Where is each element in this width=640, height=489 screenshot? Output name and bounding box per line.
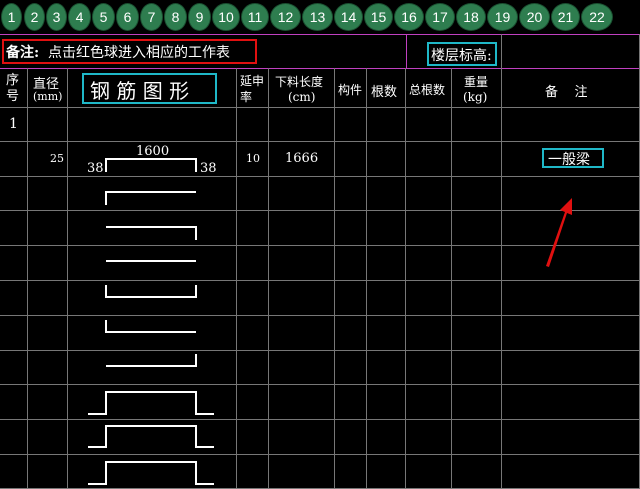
header-total-count: 总根数 — [409, 83, 446, 97]
header-member: 构件 — [338, 83, 363, 97]
red-arrow — [546, 198, 572, 267]
row-2-diameter: 25 — [50, 152, 64, 165]
row-2-stretch: 10 — [246, 152, 260, 165]
grid-line — [334, 68, 335, 489]
note-label: 备注: — [6, 45, 40, 61]
sheet-ball-10[interactable]: 10 — [212, 3, 240, 31]
header-seq: 序号 — [6, 73, 20, 104]
header-cut-length-unit: (cm) — [288, 90, 316, 104]
grid-line — [501, 34, 502, 489]
sheet-ball-15[interactable]: 15 — [364, 3, 393, 31]
sheet-ball-14[interactable]: 14 — [334, 3, 363, 31]
sheet-ball-17[interactable]: 17 — [425, 3, 455, 31]
header-diameter-unit: (mm) — [33, 90, 63, 103]
grid-line — [67, 68, 68, 489]
grid-line — [0, 315, 640, 316]
note-text: 点击红色球进入相应的工作表 — [48, 45, 230, 61]
grid-line — [451, 68, 452, 489]
floor-height-label[interactable]: 楼层标高: — [431, 45, 492, 65]
sheet-ball-16[interactable]: 16 — [394, 3, 424, 31]
grid-line — [0, 176, 640, 177]
header-remark: 备 注 — [545, 85, 588, 100]
rebar-u-up — [105, 285, 197, 298]
row-2-dim-left: 38 — [87, 161, 104, 176]
sheet-ball-22[interactable]: 22 — [581, 3, 613, 31]
sheet-ball-20[interactable]: 20 — [519, 3, 550, 31]
header-cut-length: 下料长度 — [275, 75, 324, 89]
rebar-u-shape — [105, 158, 197, 172]
grid-line — [406, 34, 407, 68]
sheet-ball-4[interactable]: 4 — [68, 3, 91, 31]
sheet-ball-13[interactable]: 13 — [302, 3, 333, 31]
grid-line — [0, 34, 640, 35]
sheet-ball-19[interactable]: 19 — [487, 3, 518, 31]
rebar-bent-up-2 — [88, 425, 214, 448]
rebar-hook-left — [105, 191, 196, 205]
sheet-ball-1[interactable]: 1 — [1, 3, 22, 31]
rebar-bent-up-1 — [88, 391, 214, 415]
grid-line — [0, 280, 640, 281]
row-1-seq: 1 — [9, 116, 18, 132]
grid-line — [366, 68, 367, 489]
grid-line — [0, 107, 640, 108]
sheet-ball-3[interactable]: 3 — [46, 3, 67, 31]
sheet-ball-2[interactable]: 2 — [24, 3, 45, 31]
grid-line — [27, 68, 28, 489]
grid-line — [0, 245, 640, 246]
sheet-ball-8[interactable]: 8 — [164, 3, 187, 31]
grid-line — [0, 384, 640, 385]
grid-line — [0, 419, 640, 420]
rebar-straight-2 — [106, 354, 197, 367]
grid-line — [0, 68, 640, 69]
grid-line — [236, 68, 237, 489]
header-count: 根数 — [371, 85, 398, 100]
grid-line — [0, 454, 640, 455]
grid-line — [0, 350, 640, 351]
header-weight: 重量 — [464, 75, 489, 89]
grid-line — [0, 210, 640, 211]
header-shape: 钢 筋 图 形 — [90, 79, 190, 103]
rebar-l-left — [105, 320, 196, 333]
row-2-dim-right: 38 — [200, 161, 217, 176]
sheet-ball-12[interactable]: 12 — [270, 3, 301, 31]
grid-line — [268, 68, 269, 489]
sheet-ball-5[interactable]: 5 — [92, 3, 115, 31]
sheet-ball-21[interactable]: 21 — [551, 3, 580, 31]
rebar-hook-right — [106, 226, 197, 240]
header-weight-unit: (kg) — [463, 90, 488, 104]
sheet-ball-6[interactable]: 6 — [116, 3, 139, 31]
rebar-bent-up-3 — [88, 461, 214, 485]
row-2-cut-length: 1666 — [285, 151, 319, 166]
grid-line — [405, 68, 406, 489]
row-2-remark[interactable]: 一般梁 — [548, 149, 590, 169]
row-2-dim-top: 1600 — [136, 144, 170, 159]
sheet-ball-11[interactable]: 11 — [241, 3, 269, 31]
sheet-ball-18[interactable]: 18 — [456, 3, 486, 31]
sheet-ball-9[interactable]: 9 — [188, 3, 211, 31]
sheet-navigation-bar: 1 2 3 4 5 6 7 8 9 10 11 12 13 14 15 16 17 18 19 20 21 22 — [0, 0, 640, 34]
sheet-ball-7[interactable]: 7 — [140, 3, 163, 31]
grid-line — [0, 141, 640, 142]
header-stretch: 延申率 — [240, 74, 265, 104]
